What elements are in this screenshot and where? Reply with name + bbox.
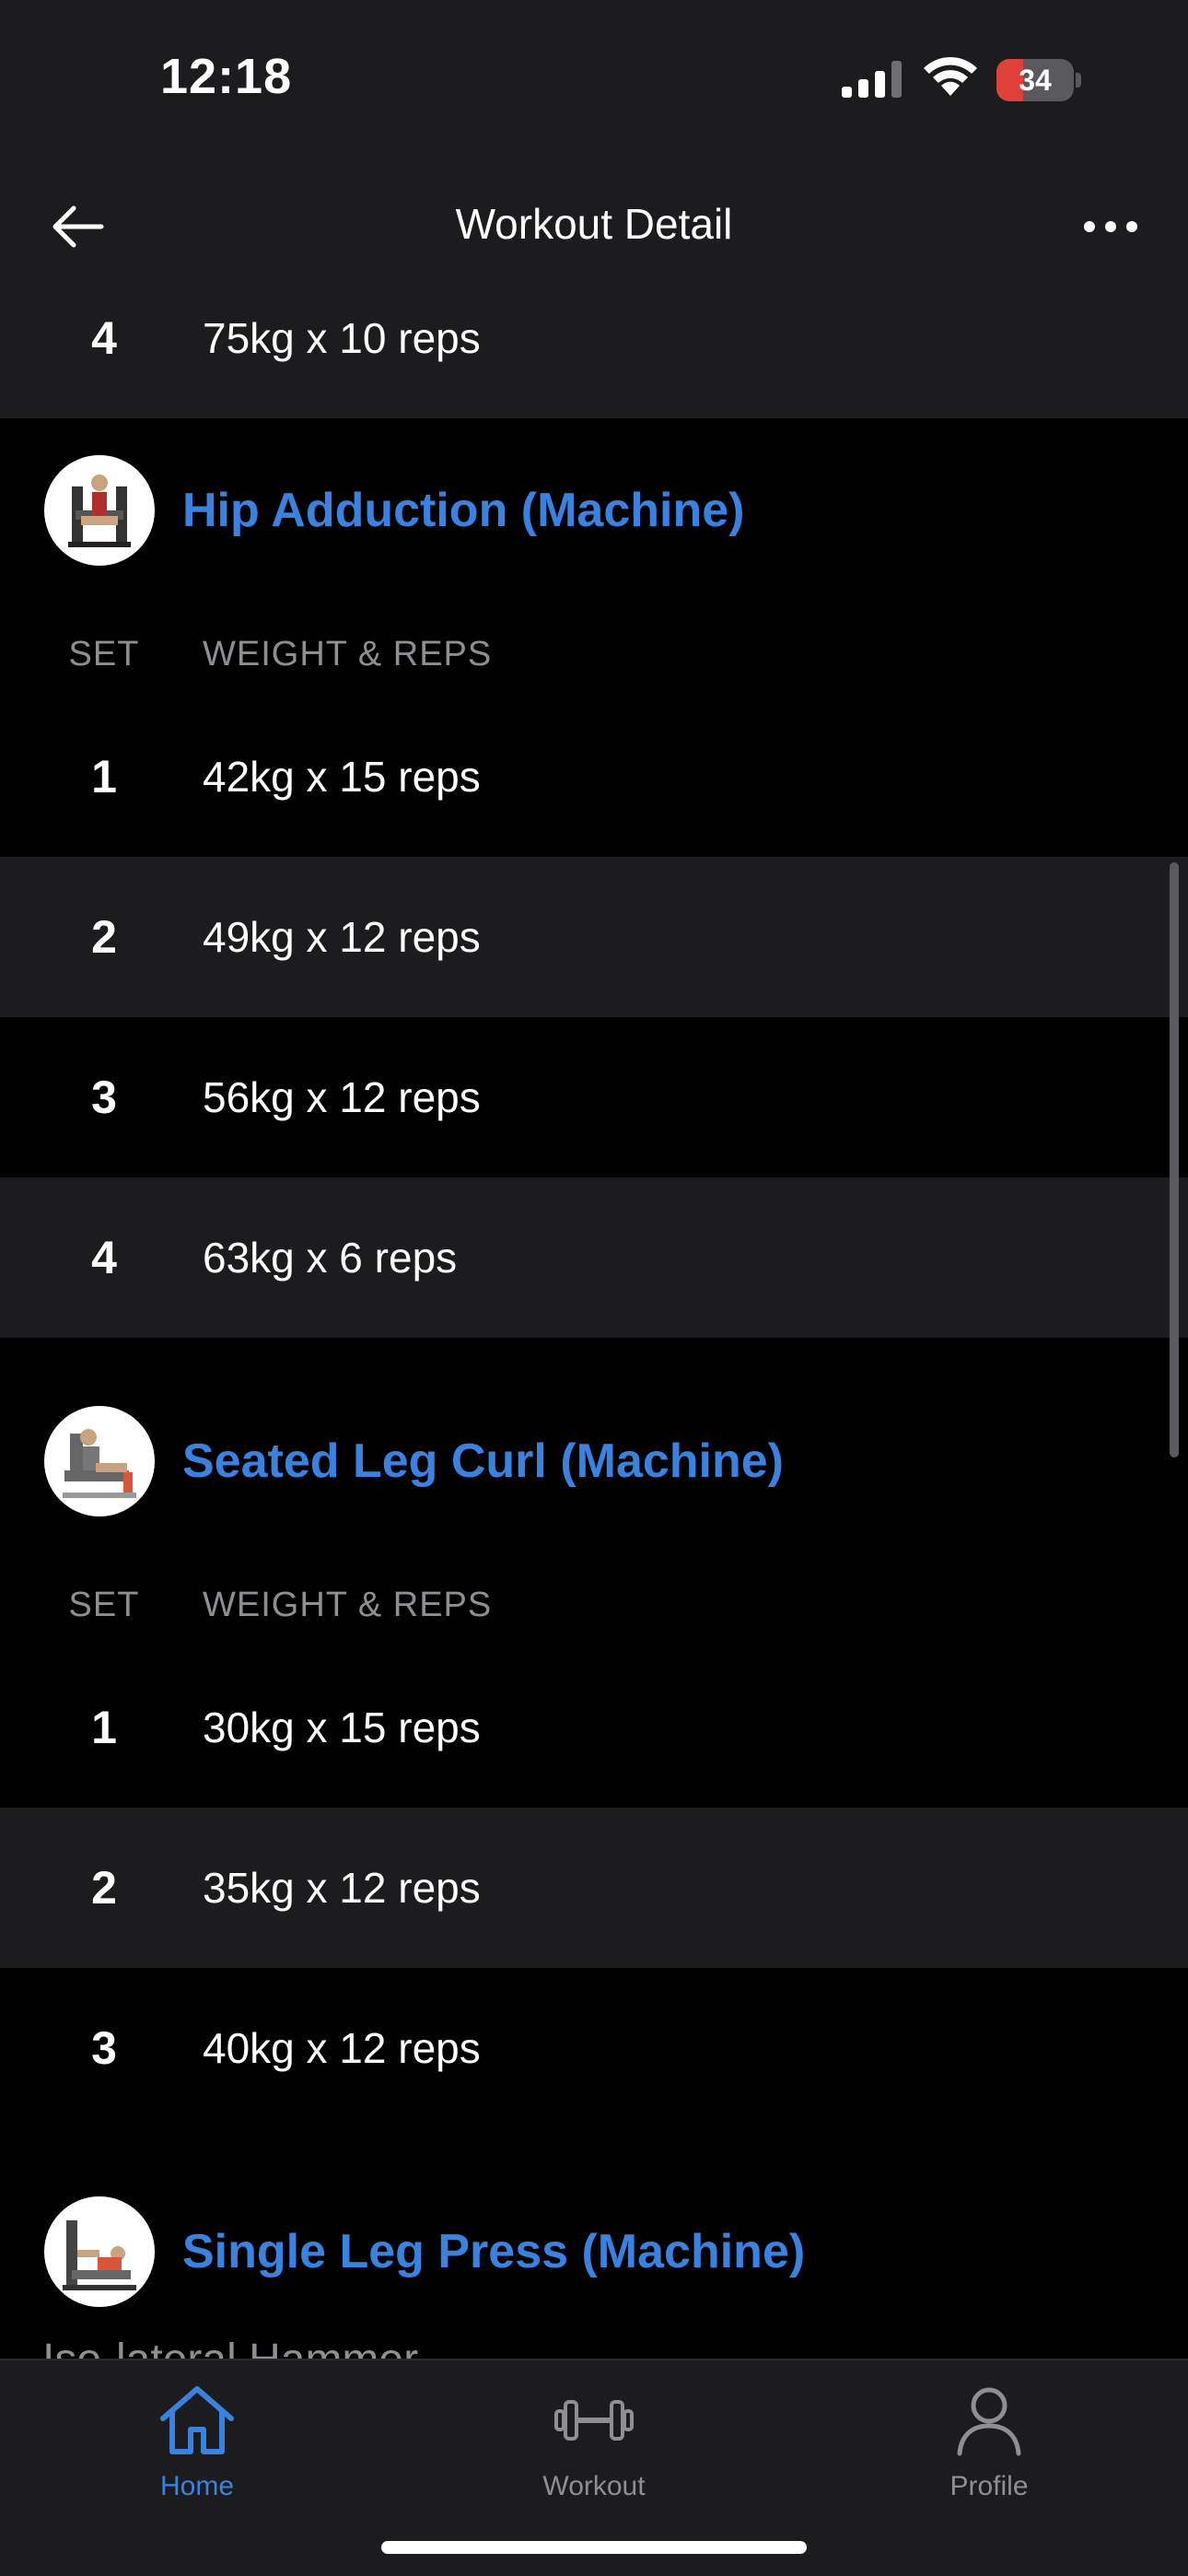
set-number: 3 <box>91 2022 117 2074</box>
exercise-header[interactable]: Seated Leg Curl (Machine) <box>0 1391 1188 1539</box>
scrollbar[interactable] <box>1170 862 1179 1458</box>
set-row: 4 63kg x 6 reps <box>0 1177 1188 1338</box>
set-number: 4 <box>91 312 117 364</box>
home-icon <box>160 2386 234 2454</box>
page-title: Workout Detail <box>455 200 733 248</box>
set-number: 3 <box>91 1071 117 1123</box>
set-number: 1 <box>91 751 117 802</box>
column-header-weight-reps: WEIGHT & REPS <box>203 635 493 673</box>
set-number: 4 <box>91 1232 117 1283</box>
tab-home[interactable]: Home <box>77 2379 317 2508</box>
set-weight-reps: 30kg x 15 reps <box>203 1704 481 1751</box>
set-row: 2 35kg x 12 reps <box>0 1808 1188 1968</box>
set-weight-reps: 56kg x 12 reps <box>203 1073 481 1121</box>
set-row: 3 56kg x 12 reps <box>0 1017 1188 1177</box>
exercise-thumbnail <box>44 455 155 566</box>
workout-detail-content[interactable]: 4 75kg x 10 reps Hip Adduction (Machine)… <box>0 295 1188 2359</box>
ellipsis-icon <box>1084 221 1137 232</box>
set-number: 1 <box>91 1702 117 1753</box>
set-row: 1 42kg x 15 reps <box>0 697 1188 857</box>
set-weight-reps: 63kg x 6 reps <box>203 1234 458 1282</box>
exercise-title[interactable]: Single Leg Press (Machine) <box>182 2182 805 2322</box>
tab-profile[interactable]: Profile <box>869 2379 1109 2508</box>
exercise-header[interactable]: Single Leg Press (Machine) <box>0 2182 1188 2329</box>
more-options-button[interactable] <box>1074 190 1147 263</box>
set-table-header: SET WEIGHT & REPS <box>0 608 1188 700</box>
exercise-thumbnail <box>44 2196 155 2307</box>
exercise-thumbnail <box>44 1406 155 1516</box>
set-weight-reps: 49kg x 12 reps <box>203 913 481 961</box>
exercise-note: Iso-lateral Hammer <box>42 2335 418 2359</box>
set-weight-reps: 40kg x 12 reps <box>203 2024 481 2072</box>
arrow-left-icon <box>52 205 104 248</box>
dumbbell-icon <box>554 2400 634 2441</box>
set-weight-reps: 42kg x 15 reps <box>203 753 481 801</box>
set-number: 2 <box>91 911 117 963</box>
set-row: 4 75kg x 10 reps <box>0 295 1188 418</box>
cellular-signal-icon <box>842 61 902 98</box>
set-row: 1 30kg x 15 reps <box>0 1647 1188 1808</box>
set-row: 2 49kg x 12 reps <box>0 857 1188 1017</box>
tab-label: Profile <box>949 2471 1029 2501</box>
seated-leg-curl-machine-illustration <box>63 1429 136 1498</box>
status-bar: 12:18 34 <box>0 0 1188 166</box>
column-header-set: SET <box>68 635 140 673</box>
tab-workout[interactable]: Workout <box>474 2379 714 2508</box>
hip-adduction-machine-illustration <box>68 474 131 547</box>
battery-icon: 34 <box>996 59 1081 101</box>
status-time: 12:18 <box>160 49 293 104</box>
profile-icon <box>957 2387 1021 2456</box>
wifi-icon <box>924 56 977 96</box>
set-weight-reps: 35kg x 12 reps <box>203 1864 481 1912</box>
exercise-header[interactable]: Hip Adduction (Machine) <box>0 440 1188 588</box>
column-header-weight-reps: WEIGHT & REPS <box>203 1586 493 1624</box>
exercise-title[interactable]: Hip Adduction (Machine) <box>182 440 744 580</box>
set-weight-reps: 75kg x 10 reps <box>203 314 481 362</box>
tab-label: Home <box>159 2471 235 2501</box>
back-button[interactable] <box>44 193 111 260</box>
single-leg-press-machine-illustration <box>63 2220 136 2290</box>
set-row: 3 40kg x 12 reps <box>0 1968 1188 2128</box>
set-table-header: SET WEIGHT & REPS <box>0 1559 1188 1651</box>
nav-bar: Workout Detail <box>0 166 1188 295</box>
home-indicator <box>381 2541 807 2554</box>
battery-percent: 34 <box>1019 64 1052 97</box>
exercise-title[interactable]: Seated Leg Curl (Machine) <box>182 1391 784 1531</box>
tab-label: Workout <box>542 2471 646 2501</box>
column-header-set: SET <box>68 1586 140 1624</box>
set-number: 2 <box>91 1862 117 1914</box>
